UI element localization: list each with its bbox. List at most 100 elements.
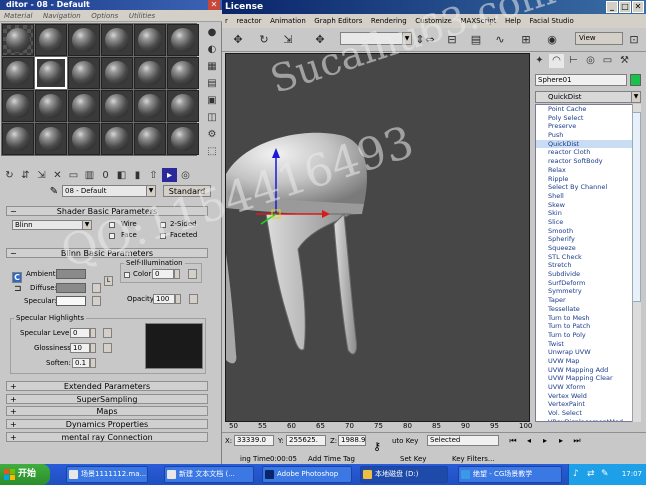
material-slot[interactable]: [167, 90, 199, 122]
material-slot[interactable]: [101, 90, 133, 122]
network-icon[interactable]: ⇄: [587, 469, 595, 479]
modifier-list-item[interactable]: Skew: [536, 201, 640, 210]
material-slot[interactable]: [2, 123, 34, 155]
create-tab-icon[interactable]: ✦: [532, 54, 547, 68]
opacity-spinner[interactable]: [175, 294, 181, 304]
modifier-list-item[interactable]: UVW Mapping Clear: [536, 374, 640, 383]
material-editor-icon[interactable]: ◉: [544, 33, 560, 47]
modifier-list-item[interactable]: Relax: [536, 166, 640, 175]
task-local-disk[interactable]: 本地磁盘 (D:): [360, 466, 448, 483]
modifier-list-item[interactable]: Vertex Weld: [536, 392, 640, 401]
key-icon[interactable]: ⚷: [370, 441, 384, 453]
soften-spinner[interactable]: [90, 358, 96, 368]
modifier-list-item[interactable]: Smooth: [536, 227, 640, 236]
time-slider-ruler[interactable]: 50 55 60 65 70 75 80 85 90 95 100: [225, 422, 532, 432]
specular-map-button[interactable]: [92, 296, 101, 306]
modifier-list-item[interactable]: Unwrap UVW: [536, 348, 640, 357]
put-to-library-icon[interactable]: ▥: [82, 168, 97, 182]
material-slot[interactable]: [35, 123, 67, 155]
specular-level-map-button[interactable]: [103, 328, 112, 338]
x-coord-field[interactable]: 33339.0: [234, 435, 274, 446]
material-slot[interactable]: [101, 57, 133, 89]
volume-icon[interactable]: ♪: [573, 469, 579, 479]
material-slot[interactable]: [2, 57, 34, 89]
ambient-diffuse-lock-button[interactable]: C: [12, 272, 22, 283]
rollout-supersampling[interactable]: + SuperSampling: [6, 394, 208, 404]
minimize-icon[interactable]: _: [606, 1, 618, 13]
y-coord-field[interactable]: 255625.: [286, 435, 326, 446]
modifier-list-item[interactable]: UVW Mapping Add: [536, 366, 640, 375]
modifier-list-item[interactable]: Push: [536, 131, 640, 140]
menu-navigation[interactable]: Navigation: [39, 10, 85, 22]
task-photoshop[interactable]: Adobe Photoshop: [262, 466, 352, 483]
modifier-list-item[interactable]: Turn to Mesh: [536, 314, 640, 323]
schematic-view-icon[interactable]: ⊞: [518, 33, 534, 47]
menu-utilities[interactable]: Utilities: [125, 10, 159, 22]
material-slot[interactable]: [68, 90, 100, 122]
show-end-result-icon[interactable]: ▮: [130, 168, 145, 182]
object-color-swatch[interactable]: [630, 74, 641, 86]
modifier-list-item[interactable]: SurfDeform: [536, 279, 640, 288]
prev-frame-icon[interactable]: ◂: [522, 435, 536, 447]
curve-editor-icon[interactable]: ∿: [492, 33, 508, 47]
next-frame-icon[interactable]: ▸: [554, 435, 568, 447]
hierarchy-tab-icon[interactable]: ⊢: [566, 54, 581, 68]
perspective-viewport[interactable]: [225, 53, 530, 422]
rollout-extended-parameters[interactable]: + Extended Parameters: [6, 381, 208, 391]
display-tab-icon[interactable]: ▭: [600, 54, 615, 68]
material-slot[interactable]: [134, 24, 166, 56]
play-icon[interactable]: ▸: [538, 435, 552, 447]
ime-icon[interactable]: ✎: [601, 469, 609, 479]
object-name-field[interactable]: Sphere01: [535, 74, 627, 86]
modifier-list-item[interactable]: Point Cache: [536, 105, 640, 114]
sample-uv-tiling-icon[interactable]: ▤: [205, 76, 219, 90]
modifier-list-item[interactable]: Tessellate: [536, 305, 640, 314]
glossiness-field[interactable]: 10: [70, 343, 90, 353]
soften-field[interactable]: 0.1: [72, 358, 90, 368]
material-slot[interactable]: [2, 90, 34, 122]
opacity-value-field[interactable]: 100: [153, 294, 175, 304]
glossiness-spinner[interactable]: [90, 343, 96, 353]
eyedropper-icon[interactable]: ✎: [48, 186, 60, 197]
menu-animation[interactable]: Animation: [267, 14, 309, 28]
backlight-icon[interactable]: ◐: [205, 42, 219, 56]
motion-tab-icon[interactable]: ◎: [583, 54, 598, 68]
material-slot[interactable]: [167, 24, 199, 56]
reset-map-icon[interactable]: ✕: [50, 168, 65, 182]
material-slot[interactable]: [167, 123, 199, 155]
specular-level-spinner[interactable]: [90, 328, 96, 338]
add-time-tag-button[interactable]: Add Time Tag: [308, 454, 355, 464]
select-scale-icon[interactable]: ⇲: [280, 33, 296, 47]
menu-options[interactable]: Options: [87, 10, 122, 22]
menu-graph-editors[interactable]: Graph Editors: [311, 14, 365, 28]
material-slot[interactable]: [134, 90, 166, 122]
self-illum-map-button[interactable]: [188, 269, 197, 279]
material-slot[interactable]: [101, 123, 133, 155]
modifier-list-item[interactable]: Poly Select: [536, 114, 640, 123]
modifier-list-item[interactable]: Subdivide: [536, 270, 640, 279]
lock-map-icon[interactable]: L: [104, 276, 113, 286]
task-3dsmax-scene[interactable]: 场景1111112.ma...: [66, 466, 148, 483]
modifier-list-item[interactable]: Vol. Select: [536, 409, 640, 418]
get-material-icon[interactable]: ↻: [2, 168, 17, 182]
go-to-parent-icon[interactable]: ⇧: [146, 168, 161, 182]
modifier-list-item[interactable]: Turn to Poly: [536, 331, 640, 340]
modifier-list-item[interactable]: reactor Cloth: [536, 148, 640, 157]
specular-level-field[interactable]: 0: [70, 328, 90, 338]
show-map-in-viewport-icon[interactable]: ◧: [114, 168, 129, 182]
modifier-list-item[interactable]: VRayDisplacementMod: [536, 418, 640, 421]
z-coord-field[interactable]: 1988.9: [338, 435, 366, 446]
specular-color-swatch[interactable]: [56, 296, 86, 306]
modifier-list-item[interactable]: UVW Map: [536, 357, 640, 366]
opacity-map-button[interactable]: [189, 294, 198, 304]
sample-type-sphere-icon[interactable]: ●: [205, 25, 219, 39]
modifier-list-item[interactable]: Twist: [536, 340, 640, 349]
modifier-list-item[interactable]: VertexPaint: [536, 400, 640, 409]
modifier-list-item[interactable]: Spherify: [536, 235, 640, 244]
close-icon[interactable]: ✕: [208, 0, 220, 10]
modifier-list-item[interactable]: Taper: [536, 296, 640, 305]
material-slot[interactable]: [167, 57, 199, 89]
put-material-to-scene-icon[interactable]: ⇵: [18, 168, 33, 182]
auto-key-button[interactable]: uto Key: [392, 436, 418, 446]
set-key-button[interactable]: Set Key: [400, 454, 426, 464]
